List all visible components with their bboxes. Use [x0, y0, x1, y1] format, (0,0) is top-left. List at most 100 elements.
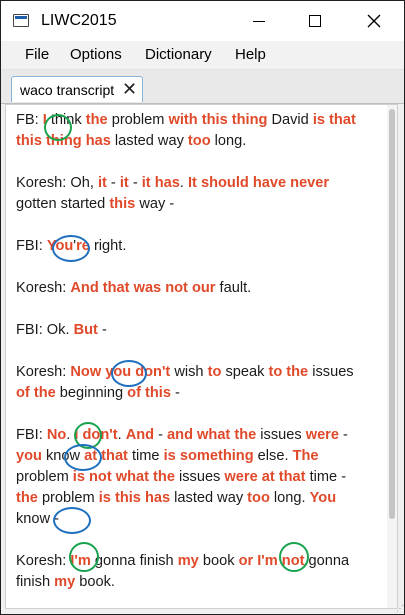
transcript-text-run: wish [170, 364, 208, 380]
menu-bar: File Options Dictionary Help [1, 41, 404, 70]
transcript-text-run: beginning [55, 385, 128, 401]
transcript-text-run: problem [107, 112, 169, 128]
transcript-text-run: : [34, 112, 43, 128]
liwc-word: too [247, 490, 270, 506]
transcript-text-run: right. [89, 238, 127, 254]
transcript-text-run: issues [174, 469, 225, 485]
annotation-circle-blue [52, 235, 90, 262]
annotation-circle-blue [53, 507, 91, 534]
transcript-text-run: FBI: [16, 427, 47, 443]
liwc-word: my [177, 553, 199, 569]
transcript-text-run: way - [135, 196, 175, 212]
transcript-text-run: David [267, 112, 313, 128]
liwc-word: it has [141, 175, 180, 191]
transcript-text-run: time - [305, 469, 347, 485]
transcript-text-run: long. [210, 133, 247, 149]
transcript-text-run: issues [308, 364, 354, 380]
transcript-text: FB: I think the problem with this thing … [16, 110, 371, 614]
title-bar[interactable]: LIWC2015 [1, 1, 404, 41]
liwc-word: or [238, 553, 254, 569]
transcript-text-run: FB [16, 112, 35, 128]
maximize-button[interactable] [287, 1, 343, 41]
annotation-circle-blue [111, 360, 147, 387]
transcript-paragraph: FBI: Ok. But - [16, 320, 371, 341]
liwc-word: were at that [224, 469, 306, 485]
liwc-word: too [187, 133, 211, 149]
transcript-text-run: Koresh: [16, 553, 71, 569]
resize-grip-icon[interactable]: ⋰ [396, 604, 404, 613]
liwc-word: is this has [98, 490, 171, 506]
transcript-text-run: problem [37, 490, 99, 506]
liwc-word: is not what the [72, 469, 175, 485]
liwc-word: And that was not our [70, 280, 216, 296]
tab-strip: waco transcript ✕ [1, 70, 404, 104]
app-icon [13, 14, 29, 27]
transcript-text-run: - [154, 427, 168, 443]
transcript-text-run: long. [269, 490, 310, 506]
liwc-word: to the [268, 364, 309, 380]
transcript-text-run: gonna finish [90, 553, 178, 569]
transcript-text-run: issues [256, 427, 306, 443]
transcript-text-run: speak [221, 364, 269, 380]
annotation-circle-green [44, 114, 72, 141]
transcript-text-run: lasted way [110, 133, 188, 149]
transcript-text-run: - [170, 385, 180, 401]
transcript-text-run: problem [16, 469, 73, 485]
transcript-panel[interactable]: FB: I think the problem with this thing … [5, 104, 398, 609]
tab-waco-transcript[interactable]: waco transcript ✕ [11, 76, 143, 102]
app-window: LIWC2015 File Options Dictionary Help wa… [0, 0, 405, 615]
transcript-paragraph: Koresh: Oh, it - it - it has. It should … [16, 173, 371, 215]
transcript-text-run: . [117, 427, 126, 443]
liwc-word: The [292, 448, 319, 464]
liwc-word: But [73, 322, 98, 338]
liwc-word: of the [16, 385, 56, 401]
liwc-word: No [46, 427, 67, 443]
transcript-text-run: lasted way [170, 490, 248, 506]
liwc-word: you [16, 448, 42, 464]
transcript-text-run: book. [75, 574, 115, 590]
close-window-button[interactable] [346, 1, 402, 41]
minimize-button[interactable] [231, 1, 287, 41]
liwc-word: my [54, 574, 76, 590]
tab-close-icon[interactable]: ✕ [122, 78, 137, 100]
menu-help[interactable]: Help [235, 46, 266, 63]
annotation-circle-blue [64, 444, 102, 471]
transcript-text-run: Koresh: [16, 364, 71, 380]
scrollbar-thumb[interactable] [389, 109, 395, 519]
liwc-word: is something [163, 448, 254, 464]
minimize-icon [253, 20, 265, 22]
window-title: LIWC2015 [41, 12, 117, 29]
liwc-word: the [85, 112, 108, 128]
liwc-word: And [125, 427, 155, 443]
liwc-word: this [109, 196, 136, 212]
liwc-word: were [305, 427, 339, 443]
maximize-icon [309, 15, 321, 27]
vertical-scrollbar[interactable] [387, 105, 397, 608]
transcript-text-run: gotten started [16, 196, 110, 212]
transcript-text-run: fault. [215, 280, 252, 296]
transcript-text-run: Koresh: [16, 280, 71, 296]
liwc-word: with this thing [168, 112, 268, 128]
transcript-text-run: - [97, 322, 107, 338]
liwc-word: It should have never [187, 175, 330, 191]
transcript-text-run: else. [253, 448, 293, 464]
transcript-paragraph: Koresh: And that was not our fault. [16, 278, 371, 299]
liwc-word: You [309, 490, 337, 506]
liwc-word: to [207, 364, 222, 380]
liwc-word: it [119, 175, 129, 191]
transcript-text-run: book [198, 553, 239, 569]
liwc-word: the [16, 490, 38, 506]
menu-options[interactable]: Options [70, 46, 122, 63]
close-icon [367, 14, 381, 28]
tab-label: waco transcript [20, 82, 115, 98]
menu-file[interactable]: File [25, 46, 49, 63]
menu-dictionary[interactable]: Dictionary [145, 46, 212, 63]
transcript-text-run: time [127, 448, 164, 464]
transcript-text-run: - [128, 175, 142, 191]
transcript-text-run: - [106, 175, 120, 191]
transcript-text-run: Koresh: Oh, [16, 175, 98, 191]
annotation-circle-green [279, 542, 309, 572]
transcript-text-run: FBI: [16, 238, 47, 254]
transcript-text-run: . [179, 175, 188, 191]
liwc-word: it [97, 175, 107, 191]
